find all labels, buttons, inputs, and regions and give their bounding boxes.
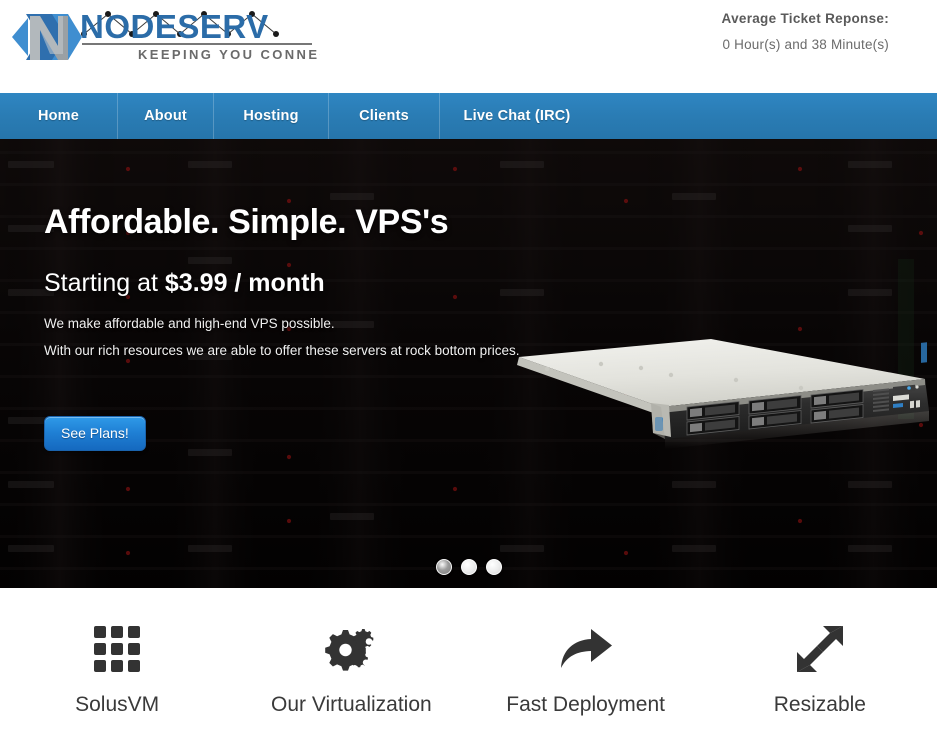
hero-carousel: Affordable. Simple. VPS's Starting at $3… [0, 139, 937, 588]
feature-resizable[interactable]: Resizable [703, 588, 937, 733]
carousel-dot-1[interactable] [435, 559, 452, 575]
site-logo[interactable]: NODESERV KEEPING YOU CONNECTED [8, 2, 328, 72]
feature-label: SolusVM [75, 693, 160, 716]
nav-item-clients[interactable]: Clients [329, 93, 440, 139]
site-header: NODESERV KEEPING YOU CONNECTED Average T… [0, 0, 937, 93]
hero-subheading-price: $3.99 / month [164, 269, 325, 297]
average-ticket-response: Average Ticket Reponse: 0 Hour(s) and 38… [559, 8, 889, 60]
expand-diagonal-arrows-icon [795, 623, 845, 675]
ticket-response-title: Average Ticket Reponse: [721, 11, 889, 26]
nav-item-about[interactable]: About [118, 93, 214, 139]
hero-subheading-prefix: Starting at [44, 269, 165, 297]
gears-icon [324, 623, 378, 675]
grid-icon [92, 623, 142, 675]
features-row: SolusVM Our Virtualization Fast Deployme… [0, 588, 937, 733]
hero-paragraph-1: We make affordable and high-end VPS poss… [44, 316, 335, 331]
curved-arrow-right-icon [558, 623, 614, 675]
hero-paragraph-2: With our rich resources we are able to o… [44, 343, 520, 358]
nav-filler [594, 93, 937, 139]
feature-our-virtualization[interactable]: Our Virtualization [234, 588, 468, 733]
nav-item-home[interactable]: Home [0, 93, 118, 139]
feature-fast-deployment[interactable]: Fast Deployment [469, 588, 703, 733]
svg-text:NODESERV: NODESERV [80, 8, 269, 45]
carousel-dots [0, 559, 937, 575]
feature-label: Fast Deployment [506, 693, 665, 716]
nodeserv-wordmark: NODESERV KEEPING YOU CONNECTED [80, 8, 320, 66]
feature-label: Our Virtualization [271, 693, 432, 716]
svg-text:KEEPING YOU CONNECTED: KEEPING YOU CONNECTED [138, 47, 320, 62]
see-plans-button[interactable]: See Plans! [44, 416, 146, 451]
main-navigation: Home About Hosting Clients Live Chat (IR… [0, 93, 937, 139]
carousel-dot-3[interactable] [485, 559, 502, 575]
nav-item-hosting[interactable]: Hosting [214, 93, 329, 139]
carousel-dot-2[interactable] [460, 559, 477, 575]
nodeserv-logo-mark-icon [8, 2, 86, 72]
hero-text-block: Affordable. Simple. VPS's Starting at $3… [44, 139, 604, 451]
feature-solusvm[interactable]: SolusVM [0, 588, 234, 733]
ticket-response-value: 0 Hour(s) and 38 Minute(s) [722, 37, 889, 52]
nav-item-live-chat-irc[interactable]: Live Chat (IRC) [440, 93, 594, 139]
hero-subheading: Starting at $3.99 / month [44, 269, 604, 298]
hero-heading: Affordable. Simple. VPS's [44, 203, 449, 241]
feature-label: Resizable [773, 693, 866, 716]
